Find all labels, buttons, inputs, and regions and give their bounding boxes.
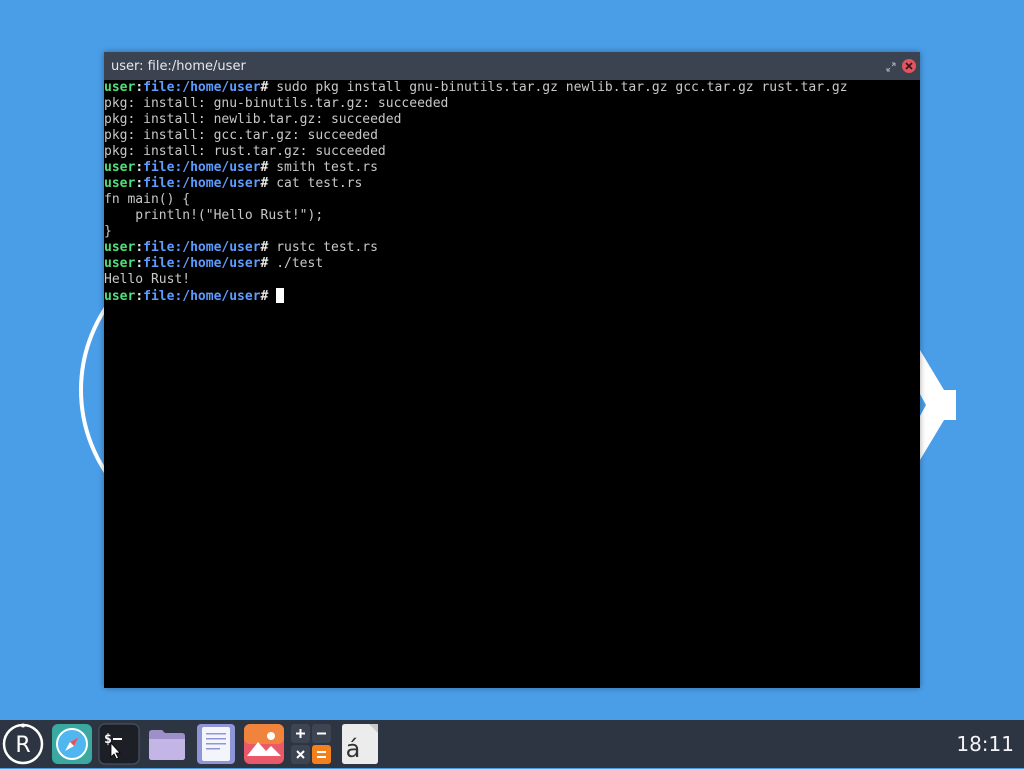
command-text: sudo pkg install gnu-binutils.tar.gz new… [276, 80, 848, 95]
prompt-user: user [104, 256, 136, 271]
output-text: fn main() { [104, 192, 191, 207]
terminal-output-line: Hello Rust! [104, 272, 920, 288]
prompt-path: file:/home/user [143, 176, 261, 191]
output-text: println!("Hello Rust!"); [104, 208, 324, 223]
prompt-symbol: # [260, 176, 277, 191]
terminal-output[interactable]: user:file:/home/user# sudo pkg install g… [104, 80, 920, 688]
taskbar: R $ á 18:11 [0, 720, 1024, 768]
calculator-icon[interactable] [290, 723, 332, 765]
maximize-icon[interactable] [886, 61, 896, 72]
prompt-separator: : [135, 176, 144, 191]
output-text: pkg: install: gcc.tar.gz: succeeded [104, 128, 378, 143]
terminal-output-line: pkg: install: rust.tar.gz: succeeded [104, 144, 920, 160]
command-text: ./test [276, 256, 324, 271]
prompt-symbol: # [260, 256, 277, 271]
terminal-command-line: user:file:/home/user# cat test.rs [104, 176, 920, 192]
prompt-separator: : [135, 240, 144, 255]
svg-text:á: á [346, 735, 361, 763]
terminal-command-line: user:file:/home/user# rustc test.rs [104, 240, 920, 256]
command-text: smith test.rs [276, 160, 378, 175]
prompt-path: file:/home/user [143, 160, 261, 175]
output-text: } [104, 224, 112, 239]
terminal-window: user: file:/home/user user:file:/home/us… [104, 52, 920, 688]
terminal-output-line: fn main() { [104, 192, 920, 208]
command-text: cat test.rs [276, 176, 363, 191]
svg-text:R: R [15, 733, 30, 758]
output-text: pkg: install: gnu-binutils.tar.gz: succe… [104, 96, 449, 111]
image-viewer-icon[interactable] [243, 723, 285, 765]
prompt-symbol: # [260, 289, 277, 304]
prompt-path: file:/home/user [143, 289, 261, 304]
window-title: user: file:/home/user [111, 58, 246, 74]
output-text: pkg: install: newlib.tar.gz: succeeded [104, 112, 402, 127]
terminal-command-line: user:file:/home/user# smith test.rs [104, 160, 920, 176]
output-text: Hello Rust! [104, 272, 191, 287]
command-text: rustc test.rs [276, 240, 378, 255]
character-map-icon[interactable]: á [339, 723, 381, 765]
terminal-icon[interactable]: $ [98, 723, 140, 765]
prompt-separator: : [135, 256, 144, 271]
text-editor-icon[interactable] [195, 723, 237, 765]
prompt-separator: : [135, 160, 144, 175]
terminal-output-line: pkg: install: newlib.tar.gz: succeeded [104, 112, 920, 128]
terminal-output-line: pkg: install: gcc.tar.gz: succeeded [104, 128, 920, 144]
terminal-output-line: } [104, 224, 920, 240]
prompt-symbol: # [260, 80, 277, 95]
window-titlebar[interactable]: user: file:/home/user [104, 52, 920, 80]
terminal-output-line: println!("Hello Rust!"); [104, 208, 920, 224]
prompt-user: user [104, 160, 136, 175]
prompt-separator: : [135, 80, 144, 95]
output-text: pkg: install: rust.tar.gz: succeeded [104, 144, 386, 159]
prompt-path: file:/home/user [143, 256, 261, 271]
terminal-output-line: pkg: install: gnu-binutils.tar.gz: succe… [104, 96, 920, 112]
clock[interactable]: 18:11 [956, 732, 1014, 756]
text-cursor [276, 288, 285, 303]
prompt-user: user [104, 176, 136, 191]
launcher-icon[interactable]: R [2, 723, 44, 765]
terminal-command-line: user:file:/home/user# sudo pkg install g… [104, 80, 920, 96]
browser-icon[interactable] [51, 723, 93, 765]
prompt-user: user [104, 289, 136, 304]
terminal-command-line: user:file:/home/user# ./test [104, 256, 920, 272]
close-icon[interactable] [902, 59, 916, 73]
prompt-path: file:/home/user [143, 240, 261, 255]
prompt-symbol: # [260, 160, 277, 175]
prompt-user: user [104, 80, 136, 95]
prompt-user: user [104, 240, 136, 255]
prompt-path: file:/home/user [143, 80, 261, 95]
prompt-symbol: # [260, 240, 277, 255]
prompt-separator: : [135, 289, 144, 304]
file-manager-icon[interactable] [146, 723, 188, 765]
terminal-command-line: user:file:/home/user# [104, 288, 920, 304]
